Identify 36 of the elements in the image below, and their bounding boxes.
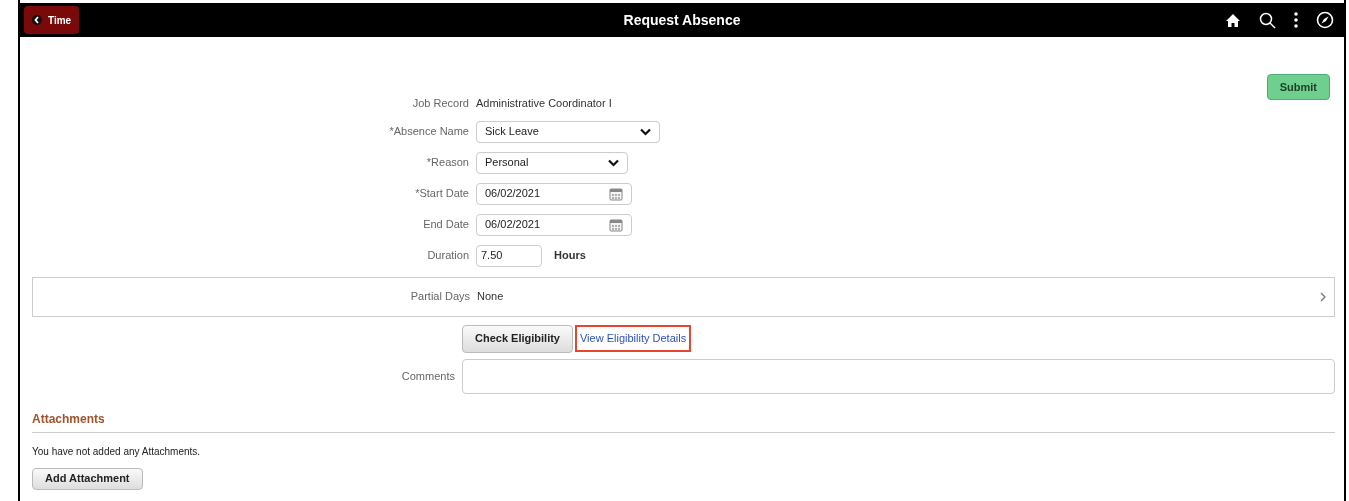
field-label: *Absence Name: [389, 124, 469, 140]
comments-field[interactable]: [462, 358, 1335, 394]
back-button[interactable]: Time: [24, 6, 80, 34]
calendar-icon[interactable]: [609, 217, 623, 232]
dropdown[interactable]: Sick Leave: [476, 120, 660, 143]
submit-button[interactable]: Submit: [1266, 74, 1330, 100]
unit-label: Hours: [554, 248, 586, 264]
calendar-icon[interactable]: [609, 186, 623, 201]
chevron-left-icon: [32, 15, 42, 25]
field-label: Job Record: [412, 96, 469, 111]
chevron-down-icon: [640, 127, 651, 136]
dropdown[interactable]: Personal: [476, 151, 628, 174]
home-icon[interactable]: [1225, 12, 1241, 28]
date-field[interactable]: 06/02/2021: [476, 213, 632, 236]
eligibility-link[interactable]: View Eligibility Details: [574, 325, 692, 352]
field-label: End Date: [423, 217, 469, 233]
chevron-down-icon: [608, 158, 619, 167]
field-label: *Reason: [426, 155, 469, 171]
field-label: Partial Days: [410, 289, 470, 305]
field-label: Duration: [427, 248, 469, 264]
compass-icon[interactable]: [1316, 11, 1334, 29]
date-field[interactable]: 06/02/2021: [476, 182, 632, 205]
page-title: Request Absence: [623, 10, 741, 30]
duration-field[interactable]: 7.50: [476, 244, 542, 267]
field-label: *Start Date: [415, 186, 469, 202]
more-options-icon[interactable]: [1294, 12, 1298, 28]
field-label: Comments: [401, 368, 455, 384]
field-value: None: [477, 289, 504, 305]
chevron-right-icon: [1320, 291, 1326, 302]
partial-days-row[interactable]: Partial Days None: [32, 276, 1335, 317]
search-icon[interactable]: [1259, 11, 1276, 29]
check-eligibility-button[interactable]: Check Eligibility: [462, 324, 573, 353]
field-value: Administrative Coordinator I: [476, 96, 612, 111]
section-title: Attachments: [32, 411, 105, 426]
empty-message: You have not added any Attachments.: [32, 445, 201, 457]
add-attachment-button[interactable]: Add Attachment: [32, 467, 143, 490]
